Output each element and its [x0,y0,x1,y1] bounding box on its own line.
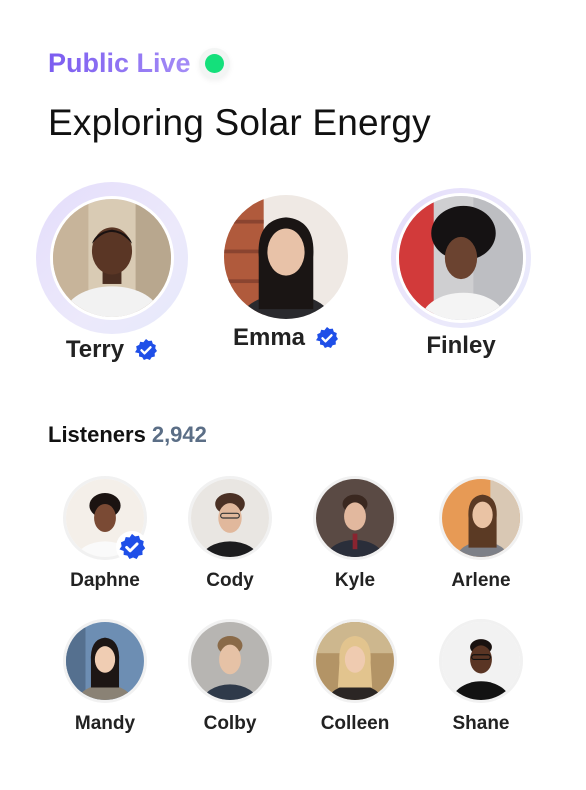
avatar-photo [442,479,520,557]
listener-name: Arlene [451,570,511,591]
avatar-photo [66,622,144,700]
listener-name: Kyle [334,570,376,591]
speaker-ring [221,192,351,322]
avatar[interactable] [224,195,348,319]
avatar-photo [224,195,348,319]
avatar[interactable] [188,476,272,560]
avatar-photo [53,199,171,317]
verified-badge-icon [116,531,148,563]
listener-name: Shane [452,713,510,734]
listener-name: Colleen [320,713,390,734]
avatar[interactable] [439,619,523,703]
avatar[interactable] [396,193,526,323]
speaker-emma[interactable]: Emma [206,182,366,352]
avatar[interactable] [50,196,174,320]
public-live-label: Public Live [48,48,191,78]
speaker-terry[interactable]: Terry [32,182,192,364]
avatar[interactable] [63,476,148,563]
listeners-heading: Listeners 2,942 [48,422,207,448]
live-dot-icon [204,54,224,73]
live-header: Public Live [48,48,224,79]
listeners-count: 2,942 [151,422,207,447]
avatar[interactable] [313,476,397,560]
listeners-label: Listeners [48,422,146,447]
speaker-ring [36,182,188,334]
room-title: Exploring Solar Energy [48,102,431,143]
listener-name: Mandy [74,713,136,734]
avatar-photo [442,622,520,700]
listener-cody[interactable]: Cody [175,476,285,592]
speaker-name: Terry [65,336,125,363]
speaker-finley[interactable]: Finley [381,182,541,360]
listener-shane[interactable]: Shane [426,619,536,735]
listener-colby[interactable]: Colby [175,619,285,735]
avatar-photo [316,622,394,700]
listener-daphne[interactable]: Daphne [50,476,160,592]
listener-name: Colby [203,713,257,734]
listener-colleen[interactable]: Colleen [300,619,410,735]
listener-arlene[interactable]: Arlene [426,476,536,592]
listener-mandy[interactable]: Mandy [50,619,160,735]
avatar-photo [191,622,269,700]
speaker-ring [391,188,531,328]
speaker-name: Emma [232,324,306,351]
avatar-photo [399,196,523,320]
avatar-photo [316,479,394,557]
avatar[interactable] [313,619,397,703]
avatar-photo [191,479,269,557]
verified-badge-icon [134,338,158,362]
listener-name: Daphne [70,570,140,591]
verified-badge-icon [315,326,339,350]
avatar[interactable] [188,619,272,703]
speaker-name: Finley [426,332,496,359]
listener-name: Cody [206,570,254,591]
listener-kyle[interactable]: Kyle [300,476,410,592]
avatar[interactable] [439,476,523,560]
avatar[interactable] [63,619,147,703]
